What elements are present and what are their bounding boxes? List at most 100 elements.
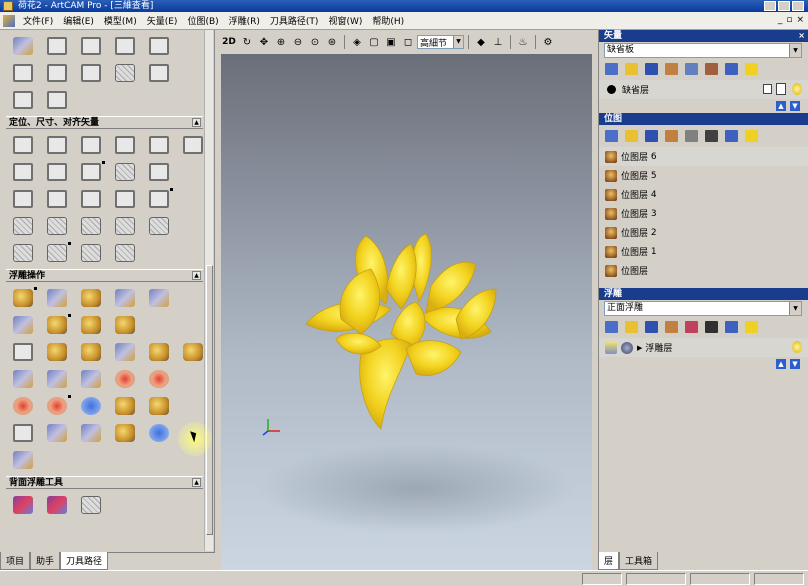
- relief-tool[interactable]: [144, 420, 174, 446]
- offset-tool[interactable]: [76, 213, 106, 239]
- bitmap-layer-row[interactable]: 位图层 2: [599, 223, 808, 242]
- vector-tool[interactable]: [8, 33, 38, 59]
- relief-tool[interactable]: [110, 393, 140, 419]
- document-icon[interactable]: [3, 14, 15, 27]
- vector-tool[interactable]: [42, 60, 72, 86]
- shape-tool[interactable]: [42, 240, 72, 266]
- menu-relief[interactable]: 浮雕(R): [224, 14, 265, 27]
- transform-tool[interactable]: [110, 186, 140, 212]
- zoom-fit-icon[interactable]: ⊙: [307, 34, 323, 50]
- zoom-out-icon[interactable]: ⊖: [290, 34, 306, 50]
- bitmap-layer-row[interactable]: 位图层 5: [599, 166, 808, 185]
- relief-layer-row[interactable]: ▶ 浮雕层: [599, 338, 808, 357]
- iso-view-icon[interactable]: ◈: [349, 34, 365, 50]
- lock-icon[interactable]: [763, 84, 772, 94]
- vector-tool[interactable]: [76, 60, 106, 86]
- open-folder-icon[interactable]: [625, 321, 638, 333]
- menu-toolpath[interactable]: 刀具路径(T): [265, 14, 324, 27]
- relief-tool[interactable]: [8, 339, 38, 365]
- close-button[interactable]: [792, 1, 804, 11]
- relief-tool[interactable]: [144, 285, 174, 311]
- rotate-icon[interactable]: ↻: [239, 34, 255, 50]
- back-relief-tool[interactable]: [42, 492, 72, 518]
- top-view-icon[interactable]: ◻: [400, 34, 416, 50]
- doc-close-button[interactable]: ×: [796, 15, 804, 25]
- relief-tool[interactable]: [76, 285, 106, 311]
- axes-icon[interactable]: ⊥: [490, 34, 506, 50]
- relief-tool[interactable]: [110, 420, 140, 446]
- paste-icon[interactable]: [665, 321, 678, 333]
- visibility-bulb-icon[interactable]: [792, 83, 802, 95]
- relief-tool[interactable]: [42, 285, 72, 311]
- shading-icon[interactable]: ◆: [473, 34, 489, 50]
- relief-tool[interactable]: [42, 393, 72, 419]
- section-relief-operations[interactable]: 浮雕操作 ▲: [6, 269, 203, 282]
- bulb-icon[interactable]: [745, 130, 758, 142]
- menu-model[interactable]: 模型(M): [99, 14, 142, 27]
- relief-tool[interactable]: [110, 312, 140, 338]
- open-folder-icon[interactable]: [625, 130, 638, 142]
- offset-tool[interactable]: [144, 213, 174, 239]
- align-tool[interactable]: [144, 132, 174, 158]
- vector-tool[interactable]: [8, 60, 38, 86]
- image-icon[interactable]: [705, 321, 718, 333]
- relief-tool[interactable]: [42, 366, 72, 392]
- relief-tool[interactable]: [8, 285, 38, 311]
- expand-arrow-icon[interactable]: ▶: [637, 344, 642, 352]
- 2d-view-button[interactable]: 2D: [220, 34, 238, 50]
- offset-tool[interactable]: [110, 213, 140, 239]
- tab-layers[interactable]: 层: [598, 552, 620, 570]
- relief-tool[interactable]: [144, 393, 174, 419]
- save-icon[interactable]: [645, 63, 658, 75]
- paste-icon[interactable]: [665, 130, 678, 142]
- zoom-box-icon[interactable]: ⊛: [324, 34, 340, 50]
- align-tool[interactable]: [42, 132, 72, 158]
- transform-tool[interactable]: [42, 186, 72, 212]
- new-layer-icon[interactable]: [605, 130, 618, 142]
- open-folder-icon[interactable]: [625, 63, 638, 75]
- relief-tool[interactable]: [8, 447, 38, 473]
- relief-merge-icon[interactable]: [685, 321, 698, 333]
- bitmap-layer-row[interactable]: 位图层: [599, 261, 808, 280]
- tab-toolbox[interactable]: 工具箱: [619, 552, 659, 570]
- texture-tool[interactable]: [76, 240, 106, 266]
- detail-level-select[interactable]: 高細节 ▼: [417, 35, 464, 49]
- menu-help[interactable]: 帮助(H): [367, 14, 409, 27]
- collapse-icon[interactable]: ▲: [192, 478, 201, 487]
- bitmap-layer-row[interactable]: 位图层 4: [599, 185, 808, 204]
- scroll-thumb[interactable]: [206, 265, 213, 535]
- vector-tool[interactable]: [8, 87, 38, 113]
- chevron-down-icon[interactable]: ▼: [789, 302, 801, 315]
- align-tool[interactable]: [8, 159, 38, 185]
- relief-tool[interactable]: [110, 366, 140, 392]
- relief-tool[interactable]: [110, 285, 140, 311]
- image-icon[interactable]: [685, 130, 698, 142]
- bitmap-layer-row[interactable]: 位图层 1: [599, 242, 808, 261]
- settings-icon[interactable]: ⚙: [540, 34, 556, 50]
- offset-tool[interactable]: [42, 213, 72, 239]
- maximize-button[interactable]: [778, 1, 790, 11]
- menu-file[interactable]: 文件(F): [18, 14, 58, 27]
- move-down-icon[interactable]: ▼: [790, 101, 800, 111]
- relief-tool[interactable]: [8, 420, 38, 446]
- front-view-icon[interactable]: ▢: [366, 34, 382, 50]
- align-tool[interactable]: [76, 132, 106, 158]
- chevron-down-icon[interactable]: ▼: [789, 44, 801, 57]
- move-up-icon[interactable]: ▲: [776, 101, 786, 111]
- transform-tool[interactable]: [76, 186, 106, 212]
- vector-tool[interactable]: [110, 33, 140, 59]
- relief-tool[interactable]: [76, 312, 106, 338]
- delete-icon[interactable]: [725, 321, 738, 333]
- relief-tool[interactable]: [76, 420, 106, 446]
- transform-tool[interactable]: [144, 186, 174, 212]
- pen-icon[interactable]: [776, 83, 786, 95]
- paste-icon[interactable]: [665, 63, 678, 75]
- align-tool[interactable]: [76, 159, 106, 185]
- chevron-down-icon[interactable]: ▼: [453, 36, 463, 48]
- relief-tool[interactable]: [76, 366, 106, 392]
- star-tool-icon[interactable]: [42, 87, 72, 113]
- align-tool[interactable]: [42, 159, 72, 185]
- save-icon[interactable]: [645, 321, 658, 333]
- vector-tool[interactable]: [144, 60, 174, 86]
- section-back-relief-tools[interactable]: 背面浮雕工具 ▲: [6, 476, 203, 489]
